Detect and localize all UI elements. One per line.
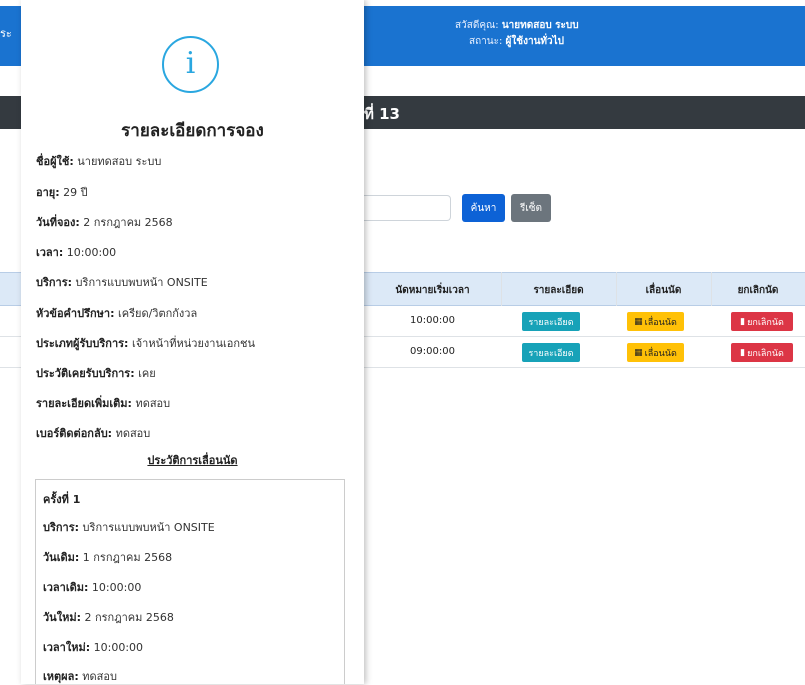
field-value: 2 กรกฎาคม 2568 xyxy=(83,216,173,229)
postpone-history-title: ประวัติการเลื่อนนัด xyxy=(147,454,238,467)
field-value: 10:00:00 xyxy=(91,581,142,594)
field-label: ชื่อผู้ใช้: xyxy=(36,155,74,168)
cancel-button-label: ยกเลิกนัด xyxy=(747,348,784,359)
field-label: เหตุผล: xyxy=(43,670,79,683)
field-consult-topic: หัวข้อคำปรึกษา: เครียด/วิตกกังวล xyxy=(36,304,197,322)
header-detail: รายละเอียด xyxy=(533,285,584,296)
field-value: บริการแบบพบหน้า ONSITE xyxy=(75,276,208,289)
section-title: ที่ 13 xyxy=(364,105,400,123)
field-booking-date: วันที่จอง: 2 กรกฎาคม 2568 xyxy=(36,213,173,231)
history-field-old-date: วันเดิม: 1 กรกฎาคม 2568 xyxy=(43,548,172,566)
search-input[interactable] xyxy=(364,195,451,221)
field-label: วันใหม่: xyxy=(43,611,81,624)
row-time: 09:00:00 xyxy=(410,346,455,357)
info-icon: i xyxy=(162,36,219,93)
history-field-service: บริการ: บริการแบบพบหน้า ONSITE xyxy=(43,518,215,536)
field-label: ประวัติเคยรับบริการ: xyxy=(36,367,135,380)
calendar-icon: ▦ xyxy=(634,316,643,327)
detail-button[interactable]: รายละเอียด xyxy=(522,312,580,331)
field-value: บริการแบบพบหน้า ONSITE xyxy=(82,521,215,534)
postpone-button-label: เลื่อนนัด xyxy=(644,317,677,328)
field-value: นายทดสอบ ระบบ xyxy=(77,155,162,168)
field-client-type: ประเภทผู้รับบริการ: เจ้าหน้าที่หน่วยงานเ… xyxy=(36,334,255,352)
greeting-user-name: นายทดสอบ ระบบ xyxy=(501,20,579,31)
booking-detail-modal: i รายละเอียดการจอง ชื่อผู้ใช้: นายทดสอบ … xyxy=(21,0,364,684)
field-value: 2 กรกฎาคม 2568 xyxy=(84,611,174,624)
field-label: ประเภทผู้รับบริการ: xyxy=(36,337,129,350)
header-cancel: ยกเลิกนัด xyxy=(737,285,779,296)
row-time: 10:00:00 xyxy=(410,315,455,326)
field-value: 1 กรกฎาคม 2568 xyxy=(82,551,173,564)
detail-button-label: รายละเอียด xyxy=(528,348,574,359)
cancel-button-label: ยกเลิกนัด xyxy=(747,317,784,328)
status-prefix: สถานะ: xyxy=(469,36,503,47)
field-value: ทดสอบ xyxy=(135,397,171,410)
field-service: บริการ: บริการแบบพบหน้า ONSITE xyxy=(36,273,208,291)
field-label: วันเดิม: xyxy=(43,551,80,564)
postpone-button[interactable]: ▦ เลื่อนนัด xyxy=(627,343,684,362)
field-label: เบอร์ติดต่อกลับ: xyxy=(36,427,113,440)
reset-button[interactable]: รีเซ็ต xyxy=(511,194,551,222)
field-service-history: ประวัติเคยรับบริการ: เคย xyxy=(36,364,156,382)
field-value: ทดสอบ xyxy=(82,670,117,683)
postpone-history-box: ครั้งที่ 1 บริการ: บริการแบบพบหน้า ONSIT… xyxy=(35,479,345,684)
field-value: เคย xyxy=(138,367,156,380)
cancel-button[interactable]: ▮ ยกเลิกนัด xyxy=(731,343,793,362)
field-label: รายละเอียดเพิ่มเติม: xyxy=(36,397,132,410)
field-more-detail: รายละเอียดเพิ่มเติม: ทดสอบ xyxy=(36,394,170,412)
cancel-button[interactable]: ▮ ยกเลิกนัด xyxy=(731,312,793,331)
history-field-reason: เหตุผล: ทดสอบ xyxy=(43,667,117,685)
field-label: เวลา: xyxy=(36,246,64,259)
header-postpone: เลื่อนนัด xyxy=(645,285,682,296)
calendar-icon: ▦ xyxy=(634,347,643,358)
trash-icon: ▮ xyxy=(740,347,746,358)
field-time: เวลา: 10:00:00 xyxy=(36,243,116,261)
status-value: ผู้ใช้งานทั่วไป xyxy=(505,36,564,47)
user-greeting: สวัสดีคุณ: นายทดสอบ ระบบ สถานะ: ผู้ใช้งา… xyxy=(455,18,605,50)
field-label: บริการ: xyxy=(36,276,73,289)
field-value: 10:00:00 xyxy=(66,246,117,259)
field-value: เจ้าหน้าที่หน่วยงานเอกชน xyxy=(131,337,255,350)
field-label: เวลาเดิม: xyxy=(43,581,89,594)
header-start-time: นัดหมายเริ่มเวลา xyxy=(395,285,470,296)
field-value: ทดสอบ xyxy=(115,427,151,440)
search-button[interactable]: ค้นหา xyxy=(462,194,505,222)
trash-icon: ▮ xyxy=(740,316,746,327)
history-field-new-time: เวลาใหม่: 10:00:00 xyxy=(43,638,143,656)
field-value: เครียด/วิตกกังวล xyxy=(117,307,198,320)
detail-button-label: รายละเอียด xyxy=(528,317,574,328)
field-label: อายุ: xyxy=(36,186,60,199)
field-contact-number: เบอร์ติดต่อกลับ: ทดสอบ xyxy=(36,424,150,442)
field-label: บริการ: xyxy=(43,521,80,534)
postpone-button-label: เลื่อนนัด xyxy=(644,348,677,359)
field-username: ชื่อผู้ใช้: นายทดสอบ ระบบ xyxy=(36,152,161,170)
field-value: 10:00:00 xyxy=(93,641,144,654)
postpone-button[interactable]: ▦ เลื่อนนัด xyxy=(627,312,684,331)
field-label: เวลาใหม่: xyxy=(43,641,91,654)
history-field-new-date: วันใหม่: 2 กรกฎาคม 2568 xyxy=(43,608,174,626)
navbar-brand-fragment: ระ xyxy=(0,27,12,40)
field-label: วันที่จอง: xyxy=(36,216,80,229)
greeting-prefix: สวัสดีคุณ: xyxy=(455,20,499,31)
field-value: 29 ปี xyxy=(63,186,88,199)
modal-title: รายละเอียดการจอง xyxy=(121,121,264,141)
field-label: หัวข้อคำปรึกษา: xyxy=(36,307,115,320)
info-icon-glyph: i xyxy=(185,46,196,81)
detail-button[interactable]: รายละเอียด xyxy=(522,343,580,362)
history-round-label: ครั้งที่ 1 xyxy=(43,493,81,506)
history-field-old-time: เวลาเดิม: 10:00:00 xyxy=(43,578,141,596)
field-age: อายุ: 29 ปี xyxy=(36,183,88,201)
